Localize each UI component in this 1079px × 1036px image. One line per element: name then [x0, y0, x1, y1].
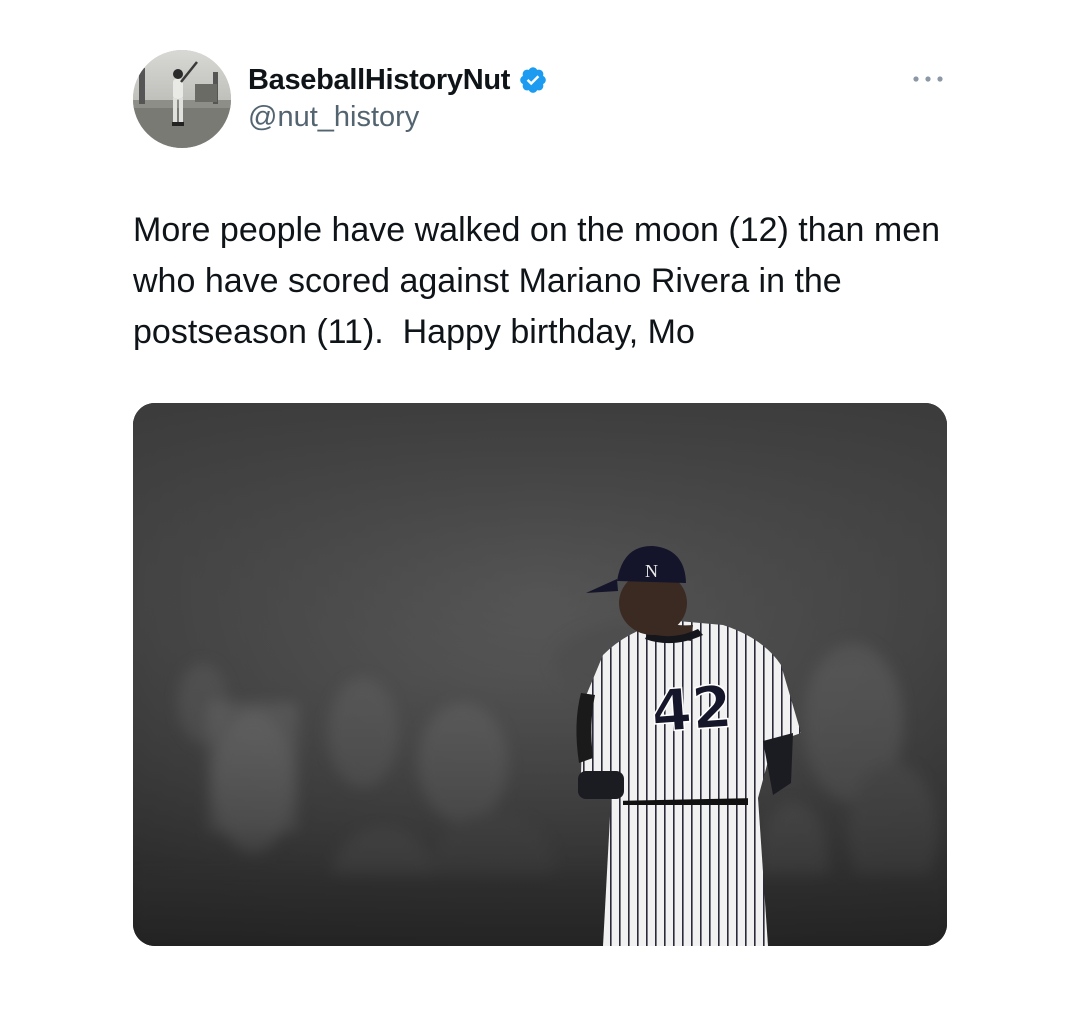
more-options-icon	[913, 76, 943, 82]
author-name-row: BaseballHistoryNut	[248, 60, 548, 100]
photo-pitcher-back-icon: N 42	[133, 403, 947, 946]
tweet-media-photo[interactable]: N 42	[133, 403, 947, 946]
jersey-number: 42	[649, 672, 734, 745]
tweet-text: More people have walked on the moon (12)…	[133, 211, 950, 351]
more-options-button[interactable]	[908, 64, 948, 94]
author-handle[interactable]: @nut_history	[248, 101, 419, 134]
verified-badge-icon	[518, 65, 548, 95]
avatar[interactable]	[133, 50, 231, 148]
author-display-name[interactable]: BaseballHistoryNut	[248, 64, 510, 97]
profile-photo-icon	[133, 50, 231, 148]
svg-text:N: N	[645, 561, 658, 581]
tweet-card[interactable]: BaseballHistoryNut @nut_history More peo…	[0, 0, 1079, 1036]
